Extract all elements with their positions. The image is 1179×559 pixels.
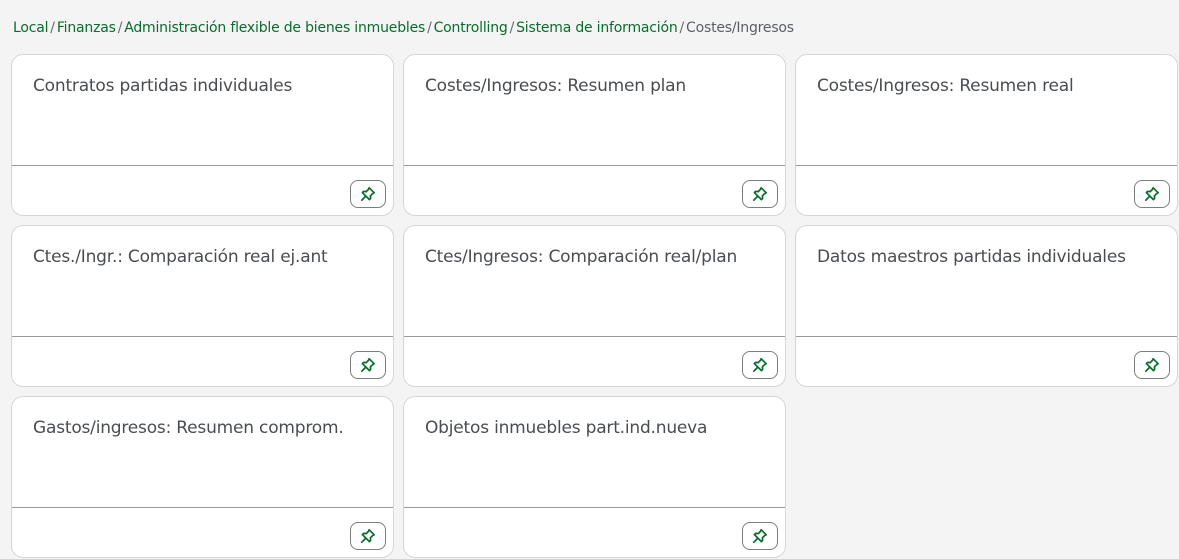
tile-footer [796,336,1177,386]
pin-icon [360,186,376,202]
pin-button[interactable] [350,180,386,208]
pin-button[interactable] [1134,351,1170,379]
tile-costes-ingresos-resumen-real[interactable]: Costes/Ingresos: Resumen real [795,54,1178,216]
tile-datos-maestros-partidas-individuales[interactable]: Datos maestros partidas individuales [795,225,1178,387]
breadcrumb-separator: / [679,20,685,36]
tile-title: Datos maestros partidas individuales [817,247,1126,267]
pin-button[interactable] [350,351,386,379]
tile-title: Gastos/ingresos: Resumen comprom. [33,418,344,438]
tile-title: Objetos inmuebles part.ind.nueva [425,418,708,438]
pin-icon [360,357,376,373]
tile-grid: Contratos partidas individuales Costes/I… [11,54,1178,558]
pin-icon [752,186,768,202]
breadcrumb-link-finanzas[interactable]: Finanzas [57,20,116,36]
breadcrumb-separator: / [427,20,432,36]
pin-icon [752,528,768,544]
breadcrumb-link-local[interactable]: Local [13,20,48,36]
pin-button[interactable] [350,522,386,550]
tile-footer [404,507,785,557]
pin-button[interactable] [742,351,778,379]
tile-gastos-ingresos-resumen-comprom[interactable]: Gastos/ingresos: Resumen comprom. [11,396,394,558]
pin-icon [1144,186,1160,202]
breadcrumb-separator: / [50,20,55,36]
tile-title: Contratos partidas individuales [33,76,293,96]
pin-button[interactable] [742,522,778,550]
tile-footer [12,336,393,386]
tile-footer [404,336,785,386]
tile-contratos-partidas-individuales[interactable]: Contratos partidas individuales [11,54,394,216]
tile-footer [404,165,785,215]
breadcrumb-link-sistema-informacion[interactable]: Sistema de información [516,20,678,36]
pin-icon [752,357,768,373]
tile-ctes-ingr-comparacion-real-ej-ant[interactable]: Ctes./Ingr.: Comparación real ej.ant [11,225,394,387]
tile-costes-ingresos-resumen-plan[interactable]: Costes/Ingresos: Resumen plan [403,54,786,216]
breadcrumb-link-administracion-flexible[interactable]: Administración flexible de bienes inmueb… [124,20,425,36]
pin-button[interactable] [742,180,778,208]
pin-icon [360,528,376,544]
breadcrumb-current: Costes/Ingresos [686,20,794,36]
breadcrumb: Local / Finanzas / Administración flexible d… [13,18,794,38]
breadcrumb-separator: / [509,20,515,36]
tile-footer [12,507,393,557]
tile-objetos-inmuebles-part-ind-nueva[interactable]: Objetos inmuebles part.ind.nueva [403,396,786,558]
tile-title: Ctes/Ingresos: Comparación real/plan [425,247,738,267]
tile-footer [12,165,393,215]
tile-ctes-ingresos-comparacion-real-plan[interactable]: Ctes/Ingresos: Comparación real/plan [403,225,786,387]
tile-title: Costes/Ingresos: Resumen plan [425,76,686,96]
pin-icon [1144,357,1160,373]
tile-title: Ctes./Ingr.: Comparación real ej.ant [33,247,328,267]
breadcrumb-separator: / [117,20,123,36]
tile-title: Costes/Ingresos: Resumen real [817,76,1074,96]
breadcrumb-link-controlling[interactable]: Controlling [434,20,508,36]
tile-footer [796,165,1177,215]
pin-button[interactable] [1134,180,1170,208]
